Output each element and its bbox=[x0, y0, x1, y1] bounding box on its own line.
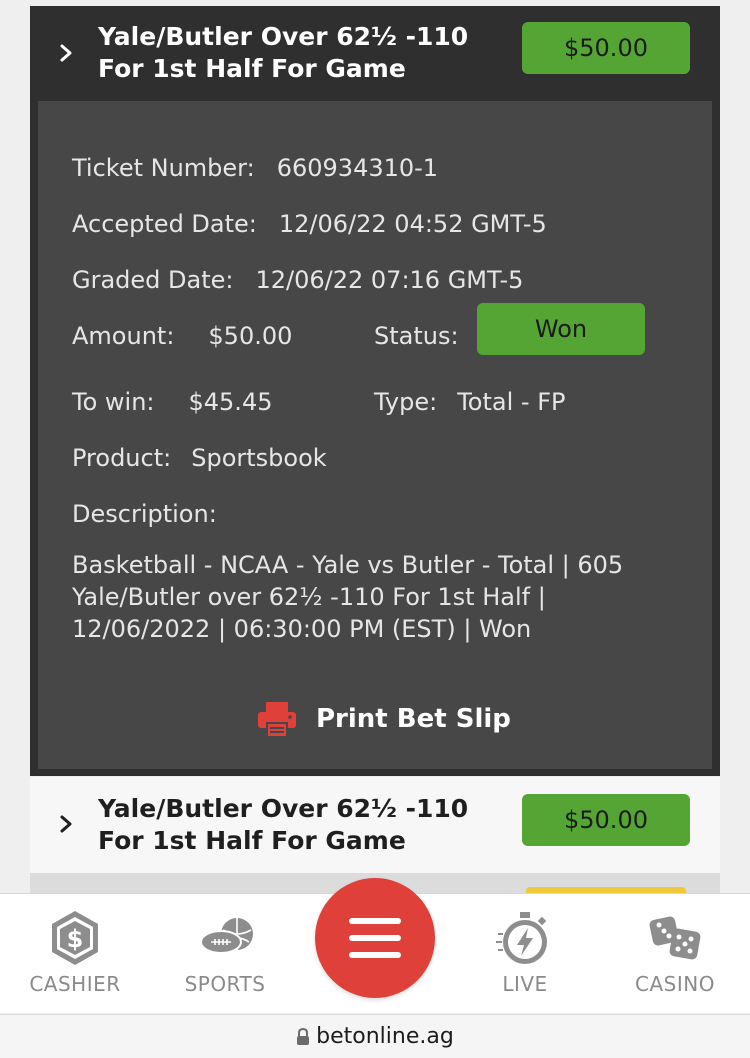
bets-page: Yale/Butler Over 62½ -110 For 1st Half F… bbox=[0, 0, 750, 1058]
dice-icon bbox=[649, 916, 701, 960]
nav-casino[interactable]: CASINO bbox=[600, 894, 750, 1014]
status-badge: Won bbox=[477, 303, 645, 355]
stopwatch-bolt-icon bbox=[496, 912, 547, 964]
accepted-date-row: Accepted Date: 12/06/22 04:52 GMT-5 bbox=[72, 209, 547, 239]
nav-cashier[interactable]: $ CASHIER bbox=[0, 894, 150, 1014]
bottom-nav: $ CASHIER SPORTS LIVE CASINO bbox=[0, 878, 750, 1014]
nav-cashier-label: CASHIER bbox=[29, 972, 121, 996]
bet-title-line1: Yale/Butler Over 62½ -110 bbox=[98, 794, 469, 823]
url-text: betonline.ag bbox=[316, 1024, 454, 1049]
bet-header[interactable]: Yale/Butler Over 62½ -110 For 1st Half F… bbox=[30, 777, 720, 871]
description-text: Basketball - NCAA - Yale vs Butler - Tot… bbox=[72, 551, 624, 643]
cashier-dollar-icon: $ bbox=[52, 911, 98, 965]
product-row: Product: Sportsbook bbox=[72, 443, 327, 473]
accepted-date-value: 12/06/22 04:52 GMT-5 bbox=[278, 210, 547, 238]
status-label: Status: bbox=[374, 322, 459, 350]
print-bet-slip-button[interactable]: Print Bet Slip bbox=[256, 697, 511, 741]
bet-title-line2: For 1st Half For Game bbox=[98, 54, 406, 83]
bet-card-collapsed[interactable]: Yale/Butler Over 62½ -110 For 1st Half F… bbox=[30, 777, 720, 873]
svg-text:$: $ bbox=[67, 925, 84, 953]
bet-card-expanded: Yale/Butler Over 62½ -110 For 1st Half F… bbox=[30, 6, 720, 776]
description-label: Description: bbox=[72, 500, 217, 528]
graded-date-row: Graded Date: 12/06/22 07:16 GMT-5 bbox=[72, 265, 523, 295]
to-win-value: $45.45 bbox=[188, 388, 273, 416]
nav-live[interactable]: LIVE bbox=[450, 894, 600, 1014]
product-value: Sportsbook bbox=[191, 444, 327, 472]
ticket-number-row: Ticket Number: 660934310-1 bbox=[72, 153, 438, 183]
to-win-label: To win: bbox=[72, 388, 155, 416]
address-bar[interactable]: betonline.ag bbox=[0, 1014, 750, 1058]
accepted-date-label: Accepted Date: bbox=[72, 210, 257, 238]
print-bet-slip-label: Print Bet Slip bbox=[316, 704, 511, 734]
bet-title-line2: For 1st Half For Game bbox=[98, 826, 406, 855]
chevron-right-icon[interactable] bbox=[58, 813, 74, 835]
bet-title: Yale/Butler Over 62½ -110 For 1st Half F… bbox=[98, 21, 478, 85]
chevron-right-icon[interactable] bbox=[58, 42, 74, 64]
amount-value: $50.00 bbox=[208, 322, 293, 350]
nav-live-label: LIVE bbox=[502, 972, 548, 996]
amount-row: Amount: $50.00 bbox=[72, 321, 292, 351]
amount-label: Amount: bbox=[72, 322, 175, 350]
lock-icon bbox=[297, 1027, 310, 1045]
menu-button[interactable] bbox=[315, 878, 435, 998]
bet-amount-badge: $50.00 bbox=[522, 22, 690, 74]
sports-balls-icon bbox=[200, 918, 253, 954]
ticket-number-value: 660934310-1 bbox=[276, 154, 439, 182]
bet-title-line1: Yale/Butler Over 62½ -110 bbox=[98, 22, 469, 51]
type-label: Type: bbox=[374, 388, 438, 416]
to-win-row: To win: $45.45 bbox=[72, 387, 272, 417]
type-row: Type: Total - FP bbox=[374, 387, 565, 417]
nav-sports[interactable]: SPORTS bbox=[150, 894, 300, 1014]
type-value: Total - FP bbox=[457, 388, 566, 416]
printer-icon bbox=[258, 702, 296, 736]
bet-title: Yale/Butler Over 62½ -110 For 1st Half F… bbox=[98, 793, 478, 857]
nav-sports-label: SPORTS bbox=[184, 972, 266, 996]
bet-amount-badge: $50.00 bbox=[522, 794, 690, 846]
graded-date-value: 12/06/22 07:16 GMT-5 bbox=[255, 266, 524, 294]
product-label: Product: bbox=[72, 444, 172, 472]
ticket-number-label: Ticket Number: bbox=[72, 154, 255, 182]
graded-date-label: Graded Date: bbox=[72, 266, 234, 294]
bet-header[interactable]: Yale/Butler Over 62½ -110 For 1st Half F… bbox=[30, 6, 720, 100]
nav-casino-label: CASINO bbox=[635, 972, 715, 996]
bet-details-panel: Ticket Number: 660934310-1 Accepted Date:… bbox=[38, 101, 712, 769]
